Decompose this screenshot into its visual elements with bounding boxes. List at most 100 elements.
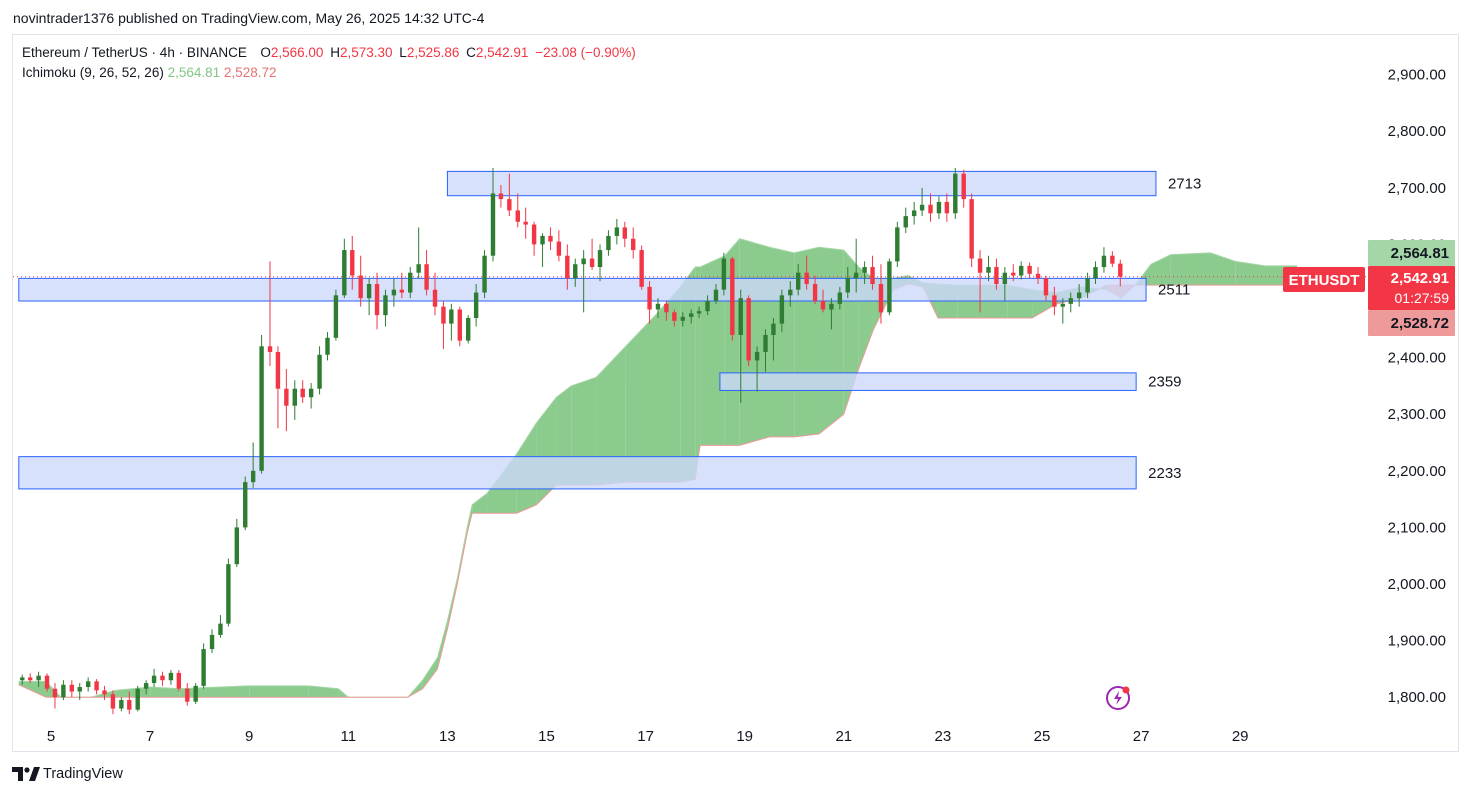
candle-body — [1052, 295, 1057, 307]
candle-body — [771, 323, 776, 335]
candle-body — [176, 672, 182, 689]
candle-body — [853, 272, 859, 279]
cloud-segment — [1210, 252, 1236, 286]
candle — [936, 196, 942, 219]
candle — [424, 250, 429, 296]
candle-body — [655, 303, 661, 310]
price-tick-label: 2,700.00 — [1388, 180, 1446, 197]
candle-body — [449, 309, 454, 324]
indicator-legend[interactable]: Ichimoku (9, 26, 52, 26) 2,564.81 2,528.… — [22, 65, 276, 80]
candle — [548, 227, 553, 251]
change-value: −23.08 (−0.90%) — [535, 45, 636, 60]
candle — [52, 683, 58, 709]
price-tick-label: 2,400.00 — [1388, 350, 1446, 367]
candle-body — [944, 201, 950, 214]
candle — [85, 677, 91, 692]
candle-body — [1043, 278, 1049, 296]
candle-body — [1035, 273, 1041, 279]
candle — [441, 301, 446, 350]
candle — [325, 332, 330, 361]
candle-body — [763, 334, 768, 352]
tradingview-logo-icon — [12, 767, 40, 781]
price-tick-label: 1,800.00 — [1388, 689, 1446, 706]
price-tick-label: 2,300.00 — [1388, 406, 1446, 423]
time-tick-label: 7 — [146, 728, 154, 745]
candle-body — [20, 677, 25, 681]
candle — [540, 233, 545, 268]
open-value: 2,566.00 — [270, 45, 324, 60]
lightning-icon[interactable] — [1106, 686, 1130, 710]
candle — [986, 255, 991, 282]
candle-body — [234, 527, 240, 565]
candle-body — [540, 235, 545, 245]
candle-body — [110, 694, 116, 709]
candle — [589, 238, 595, 270]
candle-body — [928, 204, 933, 214]
candle — [928, 193, 933, 222]
price-axis: 1,800.00 1,900.00 2,000.00 2,100.00 2,200.00… — [1388, 67, 1446, 707]
candle-body — [961, 173, 966, 200]
price-tick-label: 2,100.00 — [1388, 519, 1446, 536]
candle — [1027, 262, 1032, 279]
candle-body — [185, 688, 190, 702]
candle-body — [61, 684, 66, 698]
high-value: 2,573.30 — [339, 45, 393, 60]
candle-body — [1011, 272, 1016, 276]
candle-body — [754, 351, 760, 361]
candle-body — [151, 675, 157, 684]
candle-body — [416, 264, 421, 273]
candle-body — [342, 250, 347, 296]
candle-body — [441, 306, 446, 324]
low-value: 2,525.86 — [406, 45, 460, 60]
candle — [449, 303, 454, 341]
candle-body — [1076, 292, 1082, 299]
price-chart[interactable]: 2713251123592233 1,800.001,900.002,000.0… — [0, 0, 1472, 799]
candle-body — [218, 623, 223, 635]
candle — [160, 671, 165, 686]
candle — [292, 380, 297, 420]
span-b-price-tag: 2,528.72 — [1391, 315, 1449, 332]
candle — [631, 227, 636, 259]
time-tick-label: 27 — [1133, 728, 1150, 745]
candle-body — [862, 267, 867, 273]
candle — [457, 306, 462, 347]
candle-body — [969, 199, 974, 259]
candle-body — [730, 258, 735, 335]
candle-body — [589, 258, 595, 268]
tradingview-brand[interactable]: TradingView — [12, 766, 123, 782]
time-tick-label: 23 — [935, 728, 952, 745]
candle — [614, 218, 620, 245]
candle-body — [292, 388, 297, 406]
candle-body — [259, 346, 264, 471]
candle — [953, 167, 958, 219]
low-label: L — [399, 45, 407, 60]
candle-body — [127, 700, 132, 710]
candle-body — [664, 303, 669, 313]
candle-body — [498, 193, 504, 200]
candle-body — [639, 250, 644, 287]
candle-body — [275, 351, 281, 389]
candle-body — [713, 289, 719, 301]
candle — [151, 668, 157, 688]
candle-body — [366, 284, 372, 299]
candle — [647, 281, 652, 324]
candle — [342, 238, 347, 299]
symbol-legend[interactable]: Ethereum / TetherUS · 4h · BINANCE O2,56… — [22, 45, 636, 60]
candle — [275, 346, 281, 429]
candle-body — [168, 672, 174, 681]
candle — [300, 380, 305, 403]
candle-body — [27, 677, 33, 681]
candle-body — [1093, 267, 1098, 279]
candle-body — [688, 313, 694, 317]
indicator-span-b-value: 2,528.72 — [223, 65, 277, 80]
candle — [284, 368, 289, 432]
candle — [176, 670, 182, 692]
candle-body — [267, 346, 273, 352]
candle-body — [308, 388, 314, 398]
candle-body — [424, 264, 429, 290]
candle-body — [887, 261, 892, 313]
candle-body — [94, 681, 99, 691]
candle-body — [374, 284, 380, 316]
candle — [102, 685, 107, 701]
candle-body — [523, 221, 528, 225]
